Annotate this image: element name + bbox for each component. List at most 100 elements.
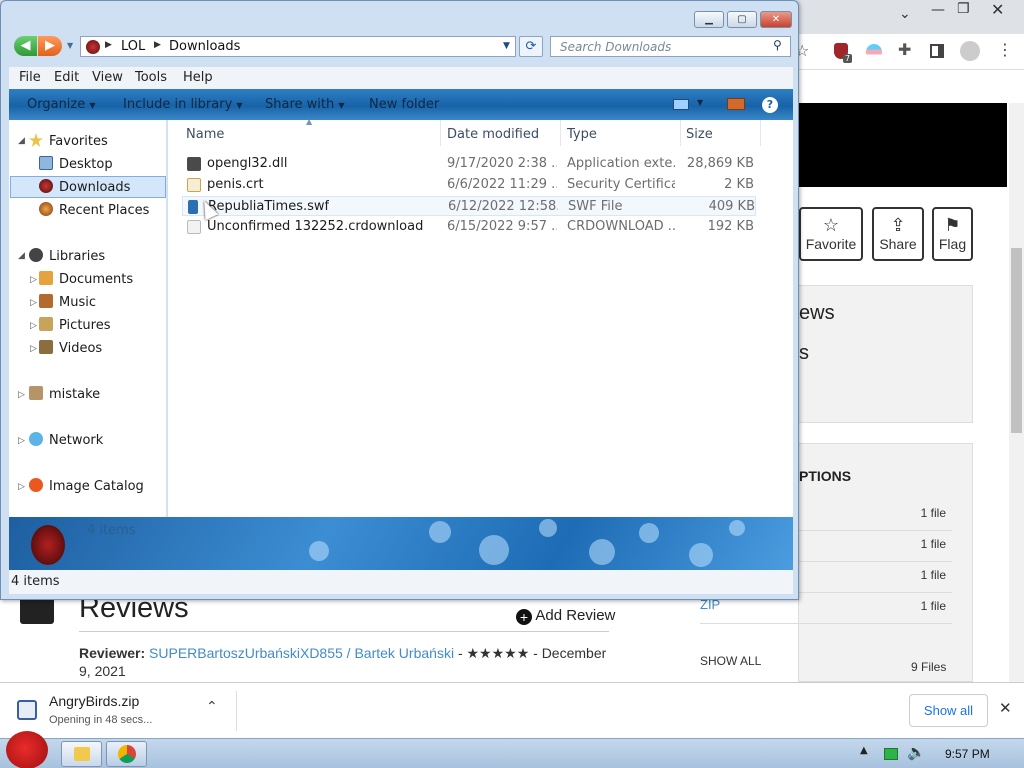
menu-edit[interactable]: Edit <box>54 70 79 85</box>
expand-arrow-icon[interactable]: ▷ <box>18 436 25 446</box>
expand-arrow-icon[interactable]: ▷ <box>18 482 25 492</box>
nav-label: Music <box>59 295 96 310</box>
page-scrollbar-thumb[interactable] <box>1011 248 1022 433</box>
start-button-angry-bird-icon[interactable] <box>6 731 48 768</box>
nav-documents[interactable]: Documents <box>39 271 133 287</box>
menu-tools[interactable]: Tools <box>135 70 167 85</box>
side-panel-icon[interactable] <box>930 44 944 58</box>
volume-tray-icon[interactable]: 🔈 <box>907 743 926 761</box>
nav-videos[interactable]: Videos <box>39 340 102 356</box>
preview-pane-icon[interactable] <box>727 98 745 110</box>
column-header-name[interactable]: Name <box>186 127 224 142</box>
network-tray-icon[interactable] <box>884 748 898 760</box>
column-header-type[interactable]: Type <box>567 127 597 142</box>
address-bar[interactable]: ▶ LOL ▶ Downloads ▼ <box>80 36 516 57</box>
file-type: CRDOWNLOAD ... <box>567 219 675 234</box>
breadcrumb-lol[interactable]: LOL <box>121 39 145 54</box>
review-meta: Reviewer: SUPERBartoszUrbańskiXD855 / Ba… <box>79 644 609 680</box>
new-folder-button[interactable]: New folder <box>369 97 439 112</box>
column-divider[interactable] <box>680 120 681 146</box>
file-row[interactable]: penis.crt 6/6/2022 11:29 ... Security Ce… <box>182 175 756 195</box>
help-icon[interactable]: ? <box>762 97 778 113</box>
back-button[interactable]: ◀ <box>14 36 37 56</box>
refresh-button[interactable]: ⟳ <box>519 36 543 57</box>
breadcrumb-downloads[interactable]: Downloads <box>169 39 240 54</box>
browser-minimize-button[interactable]: — <box>931 2 945 18</box>
browser-close-button[interactable]: ✕ <box>991 0 1004 19</box>
window-minimize-button[interactable]: ▁ <box>694 11 724 28</box>
file-row[interactable]: opengl32.dll 9/17/2020 2:38 ... Applicat… <box>182 154 756 174</box>
share-with-button[interactable]: Share with ▼ <box>265 97 345 112</box>
favorite-button[interactable]: ☆ Favorite <box>799 207 863 261</box>
nav-label: Libraries <box>49 249 106 264</box>
stats-line-2: s <box>799 342 809 364</box>
menu-file[interactable]: File <box>19 70 41 85</box>
stats-panel: ews s <box>798 285 973 423</box>
tray-expand-icon[interactable]: ▲ <box>860 745 868 756</box>
share-button[interactable]: ⇪ Share <box>872 207 924 261</box>
view-options-icon[interactable] <box>673 99 689 110</box>
folder-icon <box>74 747 90 761</box>
chevron-up-icon[interactable]: ⌃ <box>206 699 218 715</box>
flag-button[interactable]: ⚑ Flag <box>932 207 973 261</box>
column-header-date[interactable]: Date modified <box>447 127 539 142</box>
extensions-puzzle-icon[interactable]: ✚ <box>898 40 911 59</box>
menu-help[interactable]: Help <box>183 70 213 85</box>
reviewer-link[interactable]: SUPERBartoszUrbańskiXD855 / Bartek Urbań… <box>149 645 454 661</box>
menu-view[interactable]: View <box>92 70 123 85</box>
search-icon[interactable]: ⚲ <box>773 38 782 52</box>
nav-favorites[interactable]: Favorites <box>29 133 108 149</box>
page-banner <box>798 103 1007 187</box>
column-divider[interactable] <box>760 120 761 146</box>
nav-mistake[interactable]: mistake <box>29 386 100 402</box>
nav-network[interactable]: Network <box>29 432 103 448</box>
profile-avatar-icon[interactable] <box>960 41 980 61</box>
window-maximize-button[interactable]: ▢ <box>727 11 757 28</box>
expand-arrow-icon[interactable]: ▷ <box>18 390 25 400</box>
search-input[interactable]: Search Downloads <box>550 36 791 57</box>
expand-arrow-icon[interactable]: ▷ <box>30 344 37 354</box>
organize-button[interactable]: Organize ▼ <box>27 97 96 112</box>
include-in-library-button[interactable]: Include in library ▼ <box>123 97 243 112</box>
file-row[interactable]: Unconfirmed 132252.crdownload 6/15/2022 … <box>182 217 756 237</box>
nav-music[interactable]: Music <box>39 294 96 310</box>
include-label: Include in library <box>123 97 233 112</box>
expand-arrow-icon[interactable]: ▷ <box>30 321 37 331</box>
address-dropdown-icon[interactable]: ▼ <box>503 41 510 51</box>
add-review-button[interactable]: + Add Review <box>516 607 615 625</box>
page-scrollbar[interactable] <box>1009 103 1024 682</box>
collapse-arrow-icon[interactable]: ◢ <box>18 136 25 146</box>
show-all-files-link[interactable]: SHOW ALL <box>700 654 761 668</box>
nav-recent-places[interactable]: Recent Places <box>39 202 149 218</box>
nav-downloads[interactable]: Downloads <box>39 179 130 195</box>
view-options-dropdown-icon[interactable]: ▼ <box>697 98 703 107</box>
nav-image-catalog[interactable]: Image Catalog <box>29 478 144 494</box>
show-all-downloads-button[interactable]: Show all <box>909 694 988 727</box>
nav-libraries[interactable]: Libraries <box>29 248 105 264</box>
recent-pages-dropdown-icon[interactable]: ▼ <box>67 41 73 50</box>
navigation-pane: ◢ Favorites Desktop Downloads Recent Pla… <box>9 120 167 517</box>
download-filename[interactable]: AngryBirds.zip <box>49 693 139 709</box>
window-close-button[interactable]: ✕ <box>760 11 792 28</box>
browser-menu-icon[interactable]: ⋮ <box>997 40 1013 59</box>
expand-arrow-icon[interactable]: ▷ <box>30 275 37 285</box>
column-divider[interactable] <box>440 120 441 146</box>
add-review-label: Add Review <box>535 607 616 624</box>
collapse-arrow-icon[interactable]: ◢ <box>18 251 25 261</box>
tab-search-chevron-icon[interactable]: ⌄ <box>899 6 911 22</box>
close-shelf-icon[interactable]: ✕ <box>999 699 1012 717</box>
chevron-down-icon: ▼ <box>89 101 96 110</box>
shelf-divider <box>236 691 237 731</box>
column-header-size[interactable]: Size <box>686 127 713 142</box>
expand-arrow-icon[interactable]: ▷ <box>30 298 37 308</box>
download-status: Opening in 48 secs... <box>49 714 153 726</box>
nav-desktop[interactable]: Desktop <box>39 156 113 172</box>
column-divider[interactable] <box>560 120 561 146</box>
file-row-hovered[interactable]: RepubliaTimes.swf 6/12/2022 12:58... SWF… <box>182 196 756 216</box>
taskbar-clock[interactable]: 9:57 PM <box>945 747 990 761</box>
flag-extension-icon[interactable] <box>866 44 882 60</box>
nav-pictures[interactable]: Pictures <box>39 317 110 333</box>
videos-icon <box>39 340 53 354</box>
forward-button[interactable]: ▶ <box>38 36 62 56</box>
browser-restore-button[interactable]: ❐ <box>957 1 970 17</box>
